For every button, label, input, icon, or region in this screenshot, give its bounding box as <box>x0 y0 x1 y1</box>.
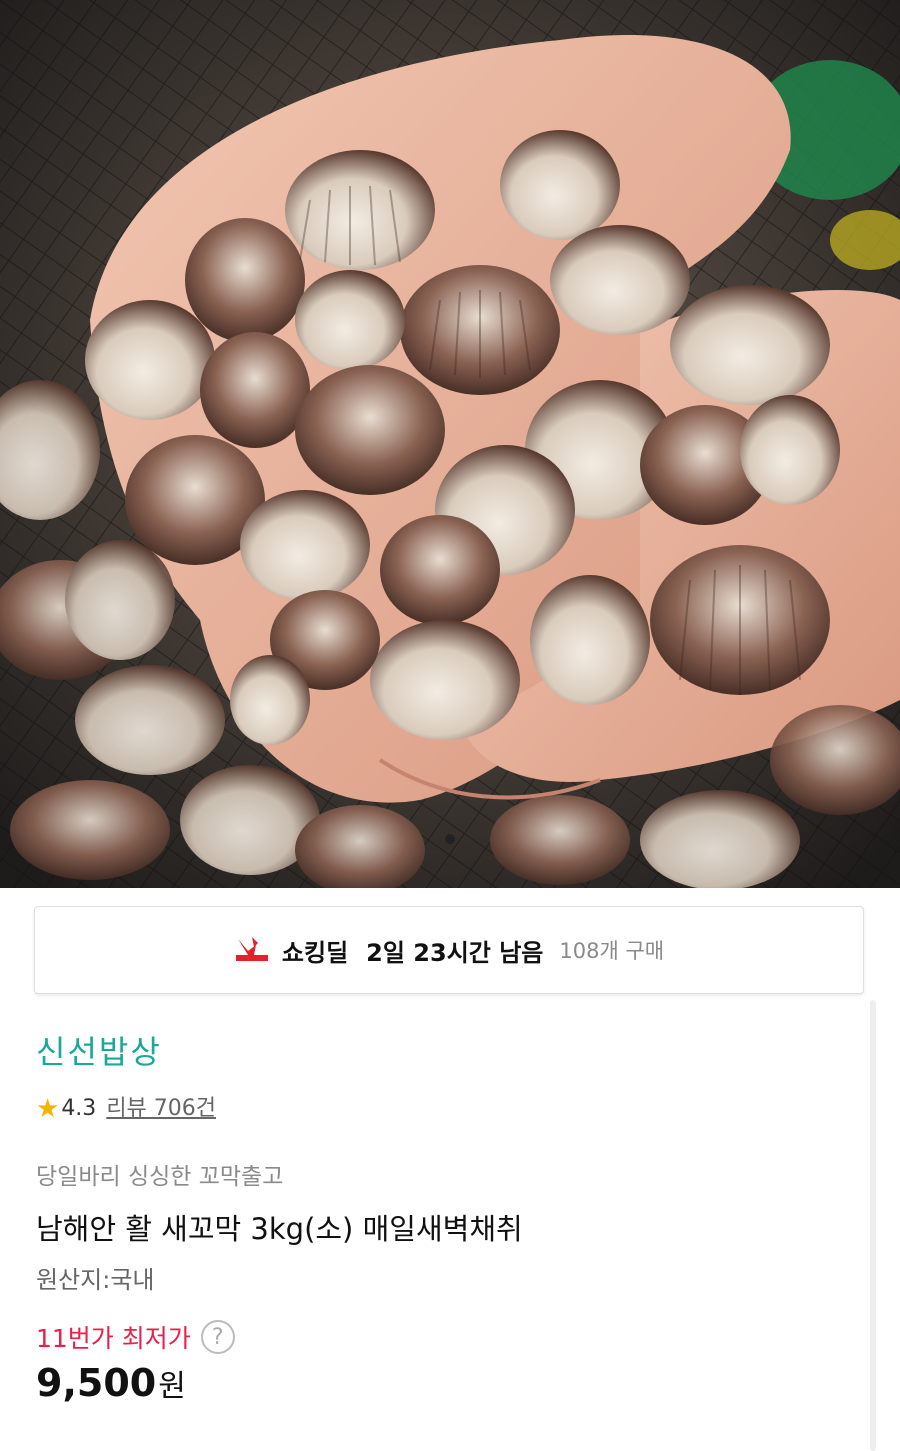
pager-dot-active[interactable] <box>445 834 455 844</box>
cockle-clams-photo-icon <box>0 0 900 888</box>
scrollbar[interactable] <box>870 1000 876 1451</box>
product-image[interactable] <box>0 0 900 888</box>
purchase-count: 108개 구매 <box>559 939 665 963</box>
product-tagline: 당일바리 싱싱한 꼬막출고 <box>36 1164 284 1190</box>
image-pager[interactable] <box>0 834 900 844</box>
lowest-price-label: 11번가 최저가 <box>36 1324 191 1353</box>
seller-name[interactable]: 신선밥상 <box>36 1030 856 1074</box>
rating-row: ★ 4.3 리뷰 706건 <box>36 1094 856 1124</box>
deal-time-left: 2일 23시간 남음 <box>366 938 544 967</box>
shocking-deal-banner[interactable]: 쇼킹딜 2일 23시간 남음 108개 구매 <box>34 906 864 994</box>
price-row: 9,500 원 <box>36 1361 856 1405</box>
price-currency: 원 <box>158 1369 186 1404</box>
price-value: 9,500 <box>36 1361 157 1405</box>
help-icon[interactable]: ? <box>200 1320 235 1354</box>
product-info: 신선밥상 ★ 4.3 리뷰 706건 당일바리 싱싱한 꼬막출고 남해안 활 새… <box>36 1030 856 1405</box>
star-icon: ★ <box>36 1094 60 1124</box>
product-title: 남해안 활 새꼬막 3kg(소) 매일새벽채취 <box>36 1212 523 1246</box>
review-link[interactable]: 리뷰 706건 <box>106 1094 216 1124</box>
rating-score: 4.3 <box>61 1096 97 1121</box>
price-label-row: 11번가 최저가 ? <box>36 1319 856 1355</box>
deal-label: 쇼킹딜 <box>281 938 349 967</box>
shocking-deal-logo-icon <box>235 937 268 961</box>
product-origin: 원산지:국내 <box>36 1266 155 1294</box>
